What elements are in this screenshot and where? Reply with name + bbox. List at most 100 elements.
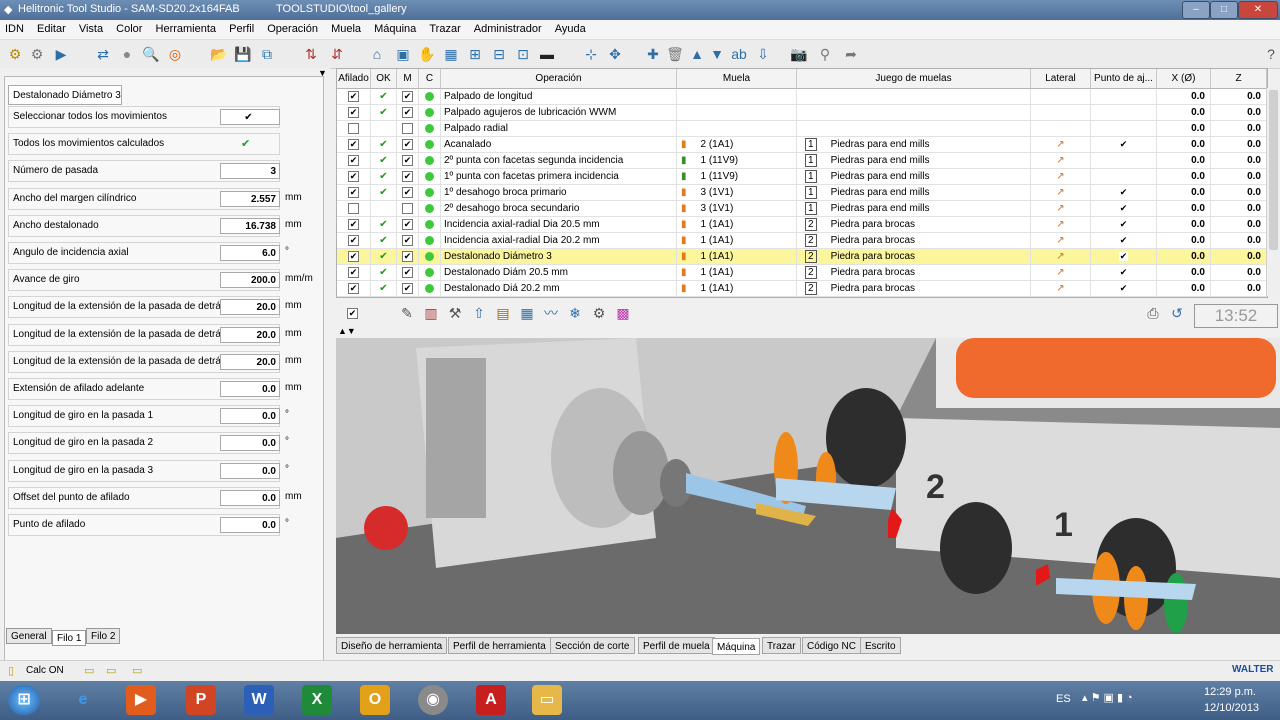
- parameter-value-input[interactable]: 0.0: [220, 435, 280, 452]
- parameter-value-input[interactable]: 20.0: [220, 326, 280, 343]
- afilado-checkbox[interactable]: ✔: [348, 218, 359, 230]
- help-icon[interactable]: ?: [1262, 45, 1280, 63]
- afilado-checkbox[interactable]: ✔: [348, 154, 359, 166]
- acrobat-icon[interactable]: A: [476, 685, 506, 715]
- operation-row[interactable]: ✔ ✔ ✔ Destalonado Diám 20.5 mm ▮ 1 (1A1) 2 Pied…: [337, 265, 1267, 281]
- operation-cell[interactable]: Palpado agujeros de lubricación WWM: [441, 105, 677, 121]
- parameter-value-input[interactable]: 0.0: [220, 517, 280, 533]
- punto-checkbox[interactable]: ✔: [1119, 235, 1128, 245]
- view5-icon[interactable]: ▬: [538, 45, 556, 63]
- tab-general[interactable]: General: [6, 628, 52, 644]
- m-checkbox[interactable]: ✔: [402, 106, 413, 118]
- explorer-icon[interactable]: ▭: [532, 685, 562, 715]
- up-icon[interactable]: ⇧: [470, 304, 488, 322]
- operation-row[interactable]: ✔ ✔ ✔ Acanalado ▮ 2 (1A1) 1 Piedras para end mi…: [337, 137, 1267, 153]
- x-cell[interactable]: 0.0: [1157, 89, 1211, 105]
- tool-edit-icon[interactable]: ⚒: [446, 304, 464, 322]
- m-checkbox[interactable]: ✔: [402, 234, 413, 246]
- target-icon[interactable]: ◎: [166, 45, 184, 63]
- operation-row[interactable]: ✔ ✔ ✔ Incidencia axial-radial Dia 20.2 mm ▮ 1…: [337, 233, 1267, 249]
- m-checkbox[interactable]: ✔: [402, 138, 413, 150]
- punto-cell[interactable]: ✔: [1091, 281, 1157, 297]
- z-cell[interactable]: 0.0: [1211, 105, 1267, 121]
- operation-cell[interactable]: Destalonado Diá 20.2 mm: [441, 281, 677, 297]
- punto-cell[interactable]: [1091, 89, 1157, 105]
- x-cell[interactable]: 0.0: [1157, 265, 1211, 281]
- lateral-cell[interactable]: [1031, 105, 1091, 121]
- hand-icon[interactable]: ✋: [418, 45, 436, 63]
- afilado-checkbox[interactable]: ✔: [348, 234, 359, 246]
- muela-cell[interactable]: [677, 89, 797, 105]
- juego-cell[interactable]: 1 Piedras para end mills: [797, 153, 1031, 169]
- palette-icon[interactable]: ▩: [614, 304, 632, 322]
- z-cell[interactable]: 0.0: [1211, 169, 1267, 185]
- punto-checkbox[interactable]: ✔: [1119, 139, 1128, 149]
- parameter-value-input[interactable]: 16.738: [220, 217, 280, 234]
- muela-cell[interactable]: ▮ 1 (1A1): [677, 249, 797, 265]
- menu-maquina[interactable]: Máquina: [369, 20, 421, 35]
- x-cell[interactable]: 0.0: [1157, 105, 1211, 121]
- afilado-checkbox[interactable]: ✔: [348, 170, 359, 182]
- punto-cell[interactable]: ✔: [1091, 249, 1157, 265]
- sort-down-icon[interactable]: ▼: [708, 45, 726, 63]
- x-cell[interactable]: 0.0: [1157, 169, 1211, 185]
- powerpoint-icon[interactable]: P: [186, 685, 216, 715]
- collapse-arrow-icon[interactable]: ▼: [318, 68, 327, 78]
- muela-cell[interactable]: ▮ 1 (1A1): [677, 233, 797, 249]
- lateral-cell[interactable]: ↗: [1031, 265, 1091, 281]
- col-ok[interactable]: OK: [371, 69, 397, 89]
- tray-date[interactable]: 12/10/2013: [1204, 702, 1259, 714]
- menu-editar[interactable]: Editar: [32, 20, 71, 35]
- muela-cell[interactable]: ▮ 1 (1A1): [677, 281, 797, 297]
- afilado-checkbox[interactable]: ✔: [348, 266, 359, 278]
- z-cell[interactable]: 0.0: [1211, 89, 1267, 105]
- splitter-arrows-icon[interactable]: ▲▼: [338, 326, 356, 336]
- col-c[interactable]: C: [419, 69, 441, 89]
- home-icon[interactable]: ⌂: [368, 45, 386, 63]
- close-button[interactable]: ✕: [1238, 1, 1278, 19]
- menu-muela[interactable]: Muela: [326, 20, 366, 35]
- punto-checkbox[interactable]: ✔: [1119, 203, 1128, 213]
- grid-scrollbar[interactable]: [1266, 88, 1280, 296]
- lateral-cell[interactable]: ↗: [1031, 249, 1091, 265]
- tab-maquina[interactable]: Máquina: [712, 638, 761, 655]
- parameter-value-input[interactable]: 20.0: [220, 299, 280, 316]
- minimize-button[interactable]: –: [1182, 1, 1210, 19]
- punto-cell[interactable]: [1091, 153, 1157, 169]
- juego-cell[interactable]: 1 Piedras para end mills: [797, 201, 1031, 217]
- muela-cell[interactable]: ▮ 1 (1A1): [677, 217, 797, 233]
- punto-checkbox[interactable]: ✔: [1119, 219, 1128, 229]
- robot-icon[interactable]: ⚲: [816, 45, 834, 63]
- z-cell[interactable]: 0.0: [1211, 217, 1267, 233]
- layers-icon[interactable]: ▤: [494, 304, 512, 322]
- afilado-checkbox[interactable]: [348, 202, 359, 214]
- tab-diseno[interactable]: Diseño de herramienta: [336, 637, 448, 654]
- operation-row[interactable]: ✔ ✔ ✔ Palpado agujeros de lubricación WWM 0.…: [337, 105, 1267, 121]
- operation-cell[interactable]: Incidencia axial-radial Dia 20.5 mm: [441, 217, 677, 233]
- m-checkbox[interactable]: [402, 202, 413, 214]
- parameter-value-input[interactable]: 0.0: [220, 462, 280, 479]
- lateral-cell[interactable]: [1031, 121, 1091, 137]
- lateral-cell[interactable]: ↗: [1031, 153, 1091, 169]
- punto-cell[interactable]: ✔: [1091, 185, 1157, 201]
- z-cell[interactable]: 0.0: [1211, 201, 1267, 217]
- tab-filo-2[interactable]: Filo 2: [86, 628, 121, 644]
- punto-checkbox[interactable]: ✔: [1119, 267, 1128, 277]
- juego-cell[interactable]: 2 Piedra para brocas: [797, 233, 1031, 249]
- open-icon[interactable]: 📂: [210, 45, 228, 63]
- operation-row[interactable]: ✔ ✔ ✔ Destalonado Diámetro 3 ▮ 1 (1A1) 2 Piedra…: [337, 249, 1267, 265]
- muela-cell[interactable]: ▮ 1 (11V9): [677, 169, 797, 185]
- lateral-cell[interactable]: ↗: [1031, 281, 1091, 297]
- chart-icon[interactable]: 〰: [542, 304, 560, 322]
- tab-perfil-herramienta[interactable]: Perfil de herramienta: [448, 637, 551, 654]
- punto-checkbox[interactable]: ✔: [1119, 251, 1128, 261]
- parameter-value-input[interactable]: 2.557: [220, 190, 280, 207]
- m-checkbox[interactable]: ✔: [402, 250, 413, 262]
- operation-row[interactable]: ✔ ✔ ✔ 2º punta con facetas segunda incidenc…: [337, 153, 1267, 169]
- afilado-checkbox[interactable]: ✔: [348, 186, 359, 198]
- maximize-button[interactable]: □: [1210, 1, 1238, 19]
- menu-trazar[interactable]: Trazar: [424, 20, 465, 35]
- col-juego[interactable]: Juego de muelas: [797, 69, 1031, 89]
- col-z[interactable]: Z: [1211, 69, 1267, 89]
- operation-cell[interactable]: Palpado de longitud: [441, 89, 677, 105]
